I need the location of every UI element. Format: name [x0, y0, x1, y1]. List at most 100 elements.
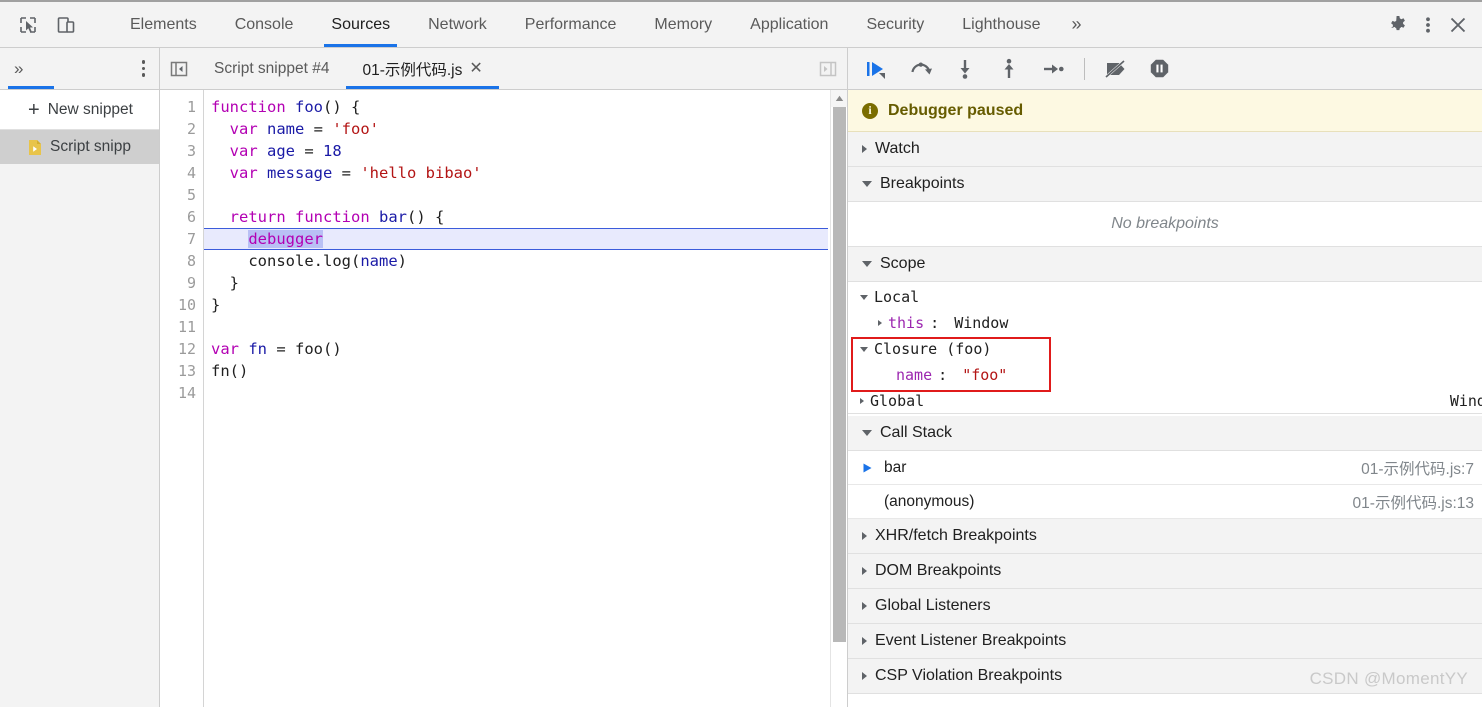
step-over-icon[interactable] — [906, 54, 936, 84]
code-token: 18 — [323, 142, 342, 160]
section-csp-violation-breakpoints[interactable]: CSP Violation Breakpoints — [848, 659, 1482, 694]
no-breakpoints-message: No breakpoints — [848, 202, 1482, 247]
editor-vertical-scrollbar[interactable] — [830, 90, 847, 707]
code-line[interactable]: console.log(name) — [204, 250, 830, 272]
code-line[interactable]: } — [204, 294, 830, 316]
js-file-icon — [28, 139, 42, 156]
code-editor[interactable]: 1234567891011121314 function foo() { var… — [160, 90, 847, 707]
step-icon[interactable] — [1038, 54, 1068, 84]
editor-tab-script-snippet[interactable]: Script snippet #4 — [198, 48, 346, 89]
cursor-inspect-icon[interactable] — [14, 11, 42, 39]
line-number[interactable]: 10 — [160, 294, 203, 316]
section-scope[interactable]: Scope — [848, 247, 1482, 282]
code-line[interactable] — [204, 382, 830, 404]
section-event-listener-breakpoints[interactable]: Event Listener Breakpoints — [848, 624, 1482, 659]
line-number[interactable]: 8 — [160, 250, 203, 272]
section-call-stack[interactable]: Call Stack — [848, 416, 1482, 451]
chevron-down-icon — [862, 181, 872, 187]
tab-performance[interactable]: Performance — [506, 2, 636, 47]
tab-memory[interactable]: Memory — [635, 2, 731, 47]
scope-closure-node[interactable]: Closure (foo) — [848, 336, 1482, 362]
section-watch[interactable]: Watch — [848, 132, 1482, 167]
tab-sources[interactable]: Sources — [312, 2, 409, 47]
code-content[interactable]: function foo() { var name = 'foo' var ag… — [204, 90, 830, 707]
show-next-panel-icon[interactable] — [809, 48, 847, 89]
close-icon[interactable]: ✕ — [469, 61, 482, 77]
tab-console[interactable]: Console — [216, 2, 313, 47]
scope-local-node[interactable]: Local — [848, 284, 1482, 310]
editor-tab-label: 01-示例代码.js — [362, 58, 462, 80]
line-number[interactable]: 3 — [160, 140, 203, 162]
devtools-main-toolbar: Elements Console Sources Network Perform… — [0, 2, 1482, 48]
pause-on-exceptions-icon[interactable] — [1145, 54, 1175, 84]
editor-tabbar-spacer — [500, 48, 809, 89]
line-number[interactable]: 6 — [160, 206, 203, 228]
line-number[interactable]: 7 — [160, 228, 203, 250]
code-token: fn() — [211, 362, 248, 380]
line-number[interactable]: 4 — [160, 162, 203, 184]
debugger-toolbar-divider — [1084, 58, 1085, 80]
code-line[interactable] — [204, 184, 830, 206]
kebab-menu-icon[interactable] — [1414, 11, 1442, 39]
code-line[interactable] — [204, 316, 830, 338]
code-line[interactable]: fn() — [204, 360, 830, 382]
code-token: ) — [398, 252, 407, 270]
line-number[interactable]: 13 — [160, 360, 203, 382]
code-line-executing[interactable]: debugger — [204, 228, 828, 250]
step-into-icon[interactable] — [950, 54, 980, 84]
scope-global-node[interactable]: Global Window — [848, 388, 1482, 414]
code-token — [211, 164, 230, 182]
line-number[interactable]: 2 — [160, 118, 203, 140]
code-line[interactable]: var fn = foo() — [204, 338, 830, 360]
new-snippet-button[interactable]: + New snippet — [0, 90, 159, 130]
call-stack-row[interactable]: (anonymous) 01-示例代码.js:13 — [848, 485, 1482, 519]
code-token: = — [304, 120, 332, 138]
tab-elements[interactable]: Elements — [111, 2, 216, 47]
code-line[interactable]: var name = 'foo' — [204, 118, 830, 140]
line-number[interactable]: 9 — [160, 272, 203, 294]
navigator-more-icon[interactable]: » — [14, 59, 23, 79]
snippet-item-label: Script snipp — [50, 138, 131, 156]
device-toolbar-icon[interactable] — [52, 11, 80, 39]
step-out-icon[interactable] — [994, 54, 1024, 84]
scrollbar-track[interactable] — [833, 642, 846, 707]
snippet-list-item[interactable]: Script snipp — [0, 130, 159, 164]
line-number[interactable]: 1 — [160, 96, 203, 118]
code-line[interactable]: var age = 18 — [204, 140, 830, 162]
code-token: var — [230, 120, 267, 138]
call-stack-row[interactable]: bar 01-示例代码.js:7 — [848, 451, 1482, 485]
section-global-listeners[interactable]: Global Listeners — [848, 589, 1482, 624]
scroll-up-arrow-icon[interactable] — [831, 90, 848, 107]
chevron-down-icon — [860, 295, 868, 300]
close-icon[interactable] — [1444, 11, 1472, 39]
tab-security[interactable]: Security — [847, 2, 943, 47]
tab-label: Memory — [654, 16, 712, 34]
section-xhr-fetch-breakpoints[interactable]: XHR/fetch Breakpoints — [848, 519, 1482, 554]
navigator-kebab-menu-icon[interactable] — [138, 56, 150, 81]
section-dom-breakpoints[interactable]: DOM Breakpoints — [848, 554, 1482, 589]
scrollbar-thumb[interactable] — [833, 107, 846, 642]
scope-this-node[interactable]: this: Window — [848, 310, 1482, 336]
section-breakpoints[interactable]: Breakpoints — [848, 167, 1482, 202]
line-number[interactable]: 14 — [160, 382, 203, 404]
show-navigator-icon[interactable] — [160, 48, 198, 89]
code-line[interactable]: var message = 'hello bibao' — [204, 162, 830, 184]
deactivate-breakpoints-icon[interactable] — [1101, 54, 1131, 84]
scope-closure-property[interactable]: name: "foo" — [848, 362, 1482, 388]
line-number[interactable]: 12 — [160, 338, 203, 360]
line-number[interactable]: 5 — [160, 184, 203, 206]
gear-icon[interactable] — [1384, 11, 1412, 39]
scope-global-label: Global — [870, 392, 924, 410]
tab-network[interactable]: Network — [409, 2, 506, 47]
line-number[interactable]: 11 — [160, 316, 203, 338]
more-tabs-chevron-icon[interactable]: » — [1060, 2, 1094, 47]
code-line[interactable]: function foo() { — [204, 96, 830, 118]
devtools-body: » + New snippet Script snipp — [0, 48, 1482, 707]
code-line[interactable]: } — [204, 272, 830, 294]
tab-application[interactable]: Application — [731, 2, 847, 47]
tab-lighthouse[interactable]: Lighthouse — [943, 2, 1059, 47]
code-line[interactable]: return function bar() { — [204, 206, 830, 228]
resume-icon[interactable] — [862, 54, 892, 84]
editor-tab-active-file[interactable]: 01-示例代码.js ✕ — [346, 48, 499, 89]
code-token: () { — [407, 208, 444, 226]
